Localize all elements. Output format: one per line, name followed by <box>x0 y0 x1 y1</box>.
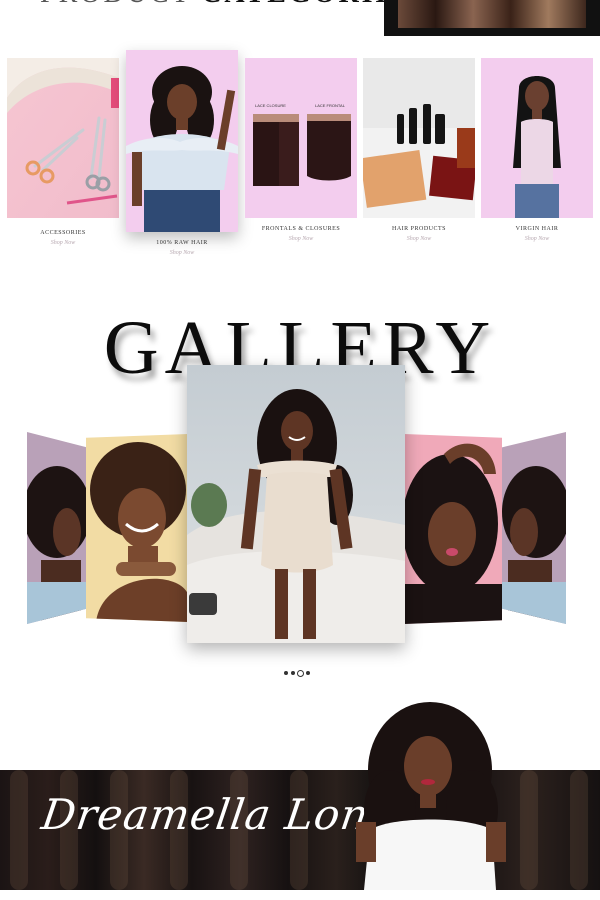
gallery-dot-3-active[interactable] <box>297 670 304 677</box>
category-image-virgin-hair <box>481 58 593 218</box>
category-image-frontals-closures <box>245 58 357 218</box>
gallery-dot-2[interactable] <box>291 671 295 675</box>
decorative-hair-strand <box>520 770 538 890</box>
category-card-hair-products[interactable]: HAIR PRODUCTS Shop Now <box>363 58 475 253</box>
category-image-hair-products <box>363 58 475 218</box>
gallery-dot-4[interactable] <box>306 671 310 675</box>
category-card-raw-hair[interactable]: 100% RAW HAIR Shop Now <box>126 50 238 260</box>
shop-now-link[interactable]: Shop Now <box>126 250 238 256</box>
heading-light: PRODUCT <box>40 0 191 9</box>
gallery-slide-4[interactable] <box>404 434 502 624</box>
category-name: HAIR PRODUCTS <box>391 226 446 232</box>
gallery-slide-3[interactable] <box>187 365 405 643</box>
gallery-dot-1[interactable] <box>284 671 288 675</box>
category-image-raw-hair <box>126 50 238 232</box>
category-name: FRONTALS & CLOSURES <box>261 226 341 232</box>
gallery-slide-1[interactable] <box>27 432 87 624</box>
category-card-accessories[interactable]: ACCESSORIES Shop Now <box>7 58 119 253</box>
gallery-slide-2[interactable] <box>86 434 188 622</box>
shop-now-link[interactable]: Shop Now <box>363 236 475 242</box>
promo-banner[interactable] <box>384 0 600 36</box>
gallery-pagination <box>280 669 320 679</box>
category-name: ACCESSORIES <box>40 230 86 236</box>
lace-frontal-label: LACE FRONTAL <box>315 103 345 108</box>
lace-closure-label: LACE CLOSURE <box>255 103 286 108</box>
shop-now-link[interactable]: Shop Now <box>481 236 593 242</box>
shop-now-link[interactable]: Shop Now <box>245 236 357 242</box>
category-image-accessories <box>7 58 119 218</box>
section-heading: PRODUCT CATEGORIES <box>40 0 413 10</box>
category-name: 100% RAW HAIR <box>156 240 208 246</box>
decorative-hair-strand <box>10 770 28 890</box>
category-name: VIRGIN HAIR <box>515 226 559 232</box>
promo-banner-image <box>398 0 586 28</box>
decorative-hair-strand <box>570 770 588 890</box>
category-card-frontals-closures[interactable]: LACE CLOSURE LACE FRONTAL FRONTALS & CLO… <box>245 58 357 253</box>
gallery-slide-5[interactable] <box>502 432 566 624</box>
category-card-virgin-hair[interactable]: VIRGIN HAIR Shop Now <box>481 58 593 253</box>
shop-now-link[interactable]: Shop Now <box>7 240 119 246</box>
brand-model-image <box>350 700 510 890</box>
